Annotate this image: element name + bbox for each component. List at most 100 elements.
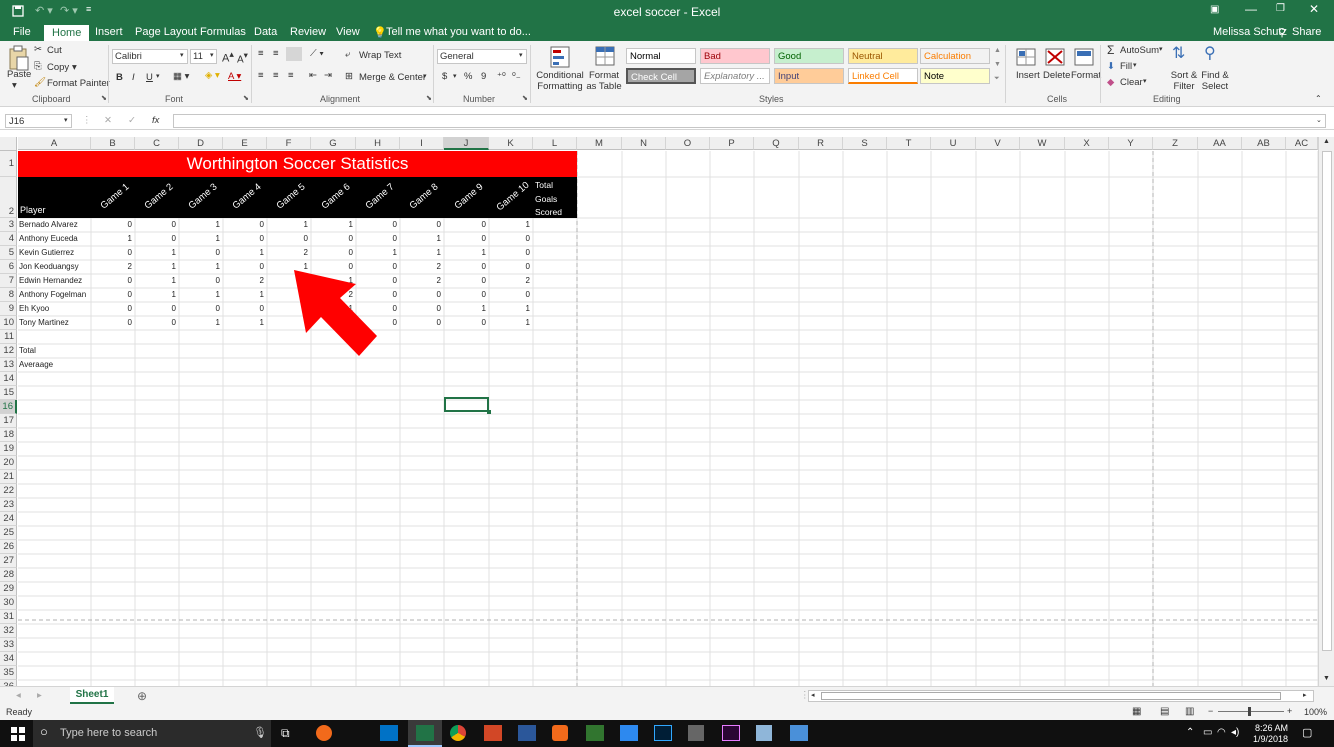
font-launcher-icon[interactable]: ⬊	[243, 94, 249, 102]
tell-me-box[interactable]: Tell me what you want to do...	[386, 26, 531, 38]
expand-formula-icon[interactable]: ⌄	[1316, 116, 1322, 124]
app-icon[interactable]	[552, 725, 568, 741]
wrap-text-button[interactable]: Wrap Text	[359, 50, 401, 61]
cut-icon[interactable]: ✂	[34, 44, 42, 55]
row-header-19[interactable]: 19	[0, 442, 17, 456]
goal-cell[interactable]: 1	[489, 316, 533, 329]
row-header-12[interactable]: 12	[0, 344, 17, 358]
goal-cell[interactable]: 0	[356, 218, 400, 231]
column-header-r[interactable]: R	[799, 137, 843, 150]
normal-view-icon[interactable]: ▦	[1132, 706, 1141, 717]
row-header-22[interactable]: 22	[0, 484, 17, 498]
taskbar-time[interactable]: 8:26 AM	[1255, 723, 1288, 733]
row-header-30[interactable]: 30	[0, 596, 17, 610]
outlook-icon[interactable]	[380, 725, 398, 741]
style-good[interactable]: Good	[774, 48, 844, 64]
row-header-27[interactable]: 27	[0, 554, 17, 568]
column-header-x[interactable]: X	[1065, 137, 1109, 150]
player-name-cell[interactable]: Eh Kyoo	[19, 302, 49, 315]
tab-review[interactable]: Review	[290, 26, 326, 38]
row-header-29[interactable]: 29	[0, 582, 17, 596]
goal-cell[interactable]: 0	[91, 288, 135, 301]
percent-button[interactable]: %	[464, 71, 472, 82]
goal-cell[interactable]: 2	[400, 260, 444, 273]
game-header-5[interactable]: Game 5	[271, 178, 312, 215]
goal-cell[interactable]: 2	[489, 274, 533, 287]
player-name-cell[interactable]: Anthony Fogelman	[19, 288, 86, 301]
tab-insert[interactable]: Insert	[95, 26, 123, 38]
taskbar-search-box[interactable]: ○ Type here to search 🎙	[33, 720, 271, 747]
add-sheet-icon[interactable]: ⊕	[137, 689, 147, 703]
row-header-14[interactable]: 14	[0, 372, 17, 386]
style-neutral[interactable]: Neutral	[848, 48, 918, 64]
column-header-y[interactable]: Y	[1109, 137, 1153, 150]
notifications-icon[interactable]: ▢	[1302, 726, 1312, 739]
row-header-3[interactable]: 3	[0, 218, 17, 232]
goal-cell[interactable]: 0	[356, 232, 400, 245]
goal-cell[interactable]: 1	[489, 218, 533, 231]
align-middle-icon[interactable]: ≡	[273, 48, 279, 59]
goal-cell[interactable]: 1	[179, 232, 223, 245]
column-header-g[interactable]: G	[311, 137, 356, 150]
minimize-icon[interactable]: —	[1245, 2, 1257, 16]
column-header-j[interactable]: J	[444, 137, 489, 150]
select-all-button[interactable]	[0, 137, 17, 151]
tab-page-layout[interactable]: Page Layout	[135, 26, 197, 38]
column-header-t[interactable]: T	[887, 137, 931, 150]
vertical-scrollbar[interactable]: ▲ ▼	[1318, 137, 1334, 686]
tab-view[interactable]: View	[336, 26, 360, 38]
insert-cells-button[interactable]: Insert	[1016, 70, 1040, 81]
column-header-p[interactable]: P	[710, 137, 754, 150]
autosum-button[interactable]: AutoSum	[1120, 45, 1159, 56]
game-header-8[interactable]: Game 8	[404, 178, 445, 215]
goal-cell[interactable]: 0	[223, 232, 267, 245]
row-header-16[interactable]: 16	[0, 400, 17, 414]
goal-cell[interactable]: 0	[489, 288, 533, 301]
font-name-select[interactable]: Calibri ▾	[112, 49, 188, 64]
style-calculation[interactable]: Calculation	[920, 48, 990, 64]
underline-button[interactable]: U	[146, 72, 153, 83]
goal-cell[interactable]: 0	[444, 274, 489, 287]
cancel-icon[interactable]: ✕	[104, 115, 112, 126]
next-sheet-icon[interactable]: ▸	[37, 690, 42, 701]
paste-dropdown-icon[interactable]: ▾	[12, 80, 17, 91]
clipboard-launcher-icon[interactable]: ⬊	[101, 94, 107, 102]
goal-cell[interactable]: 0	[311, 246, 356, 259]
row-header-24[interactable]: 24	[0, 512, 17, 526]
goal-cell[interactable]: 2	[267, 246, 311, 259]
column-header-o[interactable]: O	[666, 137, 710, 150]
share-button[interactable]: Share	[1292, 26, 1321, 38]
chrome-icon[interactable]	[450, 725, 466, 741]
fill-dropdown-icon[interactable]: ▾	[1133, 61, 1137, 69]
column-header-e[interactable]: E	[223, 137, 267, 150]
goal-cell[interactable]: 0	[223, 260, 267, 273]
decrease-indent-icon[interactable]: ⇤	[309, 70, 317, 81]
row-header-13[interactable]: 13	[0, 358, 17, 372]
total-label-cell[interactable]: Total	[19, 344, 36, 357]
font-color-icon[interactable]: A ▾	[228, 71, 241, 82]
goal-cell[interactable]: 2	[223, 274, 267, 287]
conditional-formatting-button[interactable]: Conditional Formatting	[536, 70, 584, 92]
user-name[interactable]: Melissa Schutz	[1213, 26, 1287, 38]
column-header-d[interactable]: D	[179, 137, 223, 150]
goal-cell[interactable]: 1	[489, 302, 533, 315]
style-normal[interactable]: Normal	[626, 48, 696, 64]
row-header-1[interactable]: 1	[0, 151, 17, 177]
row-header-20[interactable]: 20	[0, 456, 17, 470]
premiere-icon[interactable]	[722, 725, 740, 741]
sheet-title-cell[interactable]: Worthington Soccer Statistics	[18, 151, 577, 177]
column-header-aa[interactable]: AA	[1198, 137, 1242, 150]
autosum-dropdown-icon[interactable]: ▾	[1159, 45, 1163, 53]
format-cells-icon[interactable]	[1073, 45, 1095, 69]
row-header-7[interactable]: 7	[0, 274, 17, 288]
find-select-button[interactable]: Find & Select	[1198, 70, 1232, 92]
column-header-q[interactable]: Q	[754, 137, 799, 150]
row-header-17[interactable]: 17	[0, 414, 17, 428]
copy-dropdown-icon[interactable]: ▾	[72, 62, 77, 73]
goal-cell[interactable]: 1	[135, 288, 179, 301]
align-top-icon[interactable]: ≡	[258, 48, 264, 59]
goal-cell[interactable]: 2	[400, 274, 444, 287]
ribbon-display-icon[interactable]: ▣	[1210, 4, 1219, 15]
zoom-out-icon[interactable]: −	[1208, 706, 1213, 716]
paste-button[interactable]: Paste	[7, 69, 31, 80]
